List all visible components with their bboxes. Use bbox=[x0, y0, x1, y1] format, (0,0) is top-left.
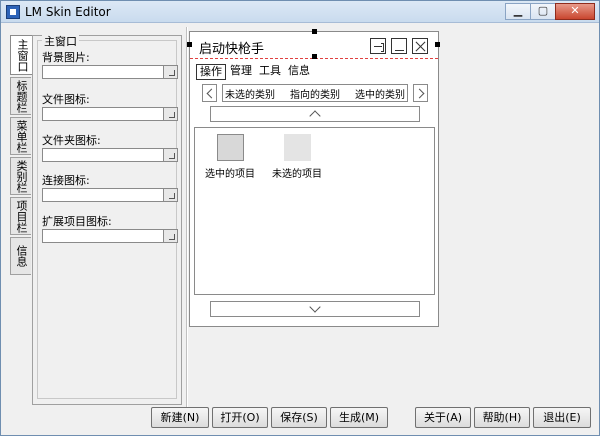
panel-divider[interactable] bbox=[186, 27, 188, 407]
extended-item-icon-field[interactable] bbox=[42, 229, 178, 243]
new-button[interactable]: 新建(N) bbox=[151, 407, 209, 428]
category-bar: 未选的类别 指向的类别 选中的类别 bbox=[202, 84, 428, 102]
vertical-tab-strip: 主窗口 标题栏 菜单栏 类别栏 项目栏 信息 bbox=[10, 35, 33, 277]
extended-item-icon-label: 扩展项目图标: bbox=[42, 215, 112, 228]
category-selected[interactable]: 选中的类别 bbox=[355, 86, 405, 101]
app-logo-icon bbox=[6, 5, 20, 19]
menu-item-info[interactable]: 信息 bbox=[285, 64, 313, 80]
close-icon[interactable] bbox=[412, 38, 428, 54]
save-button[interactable]: 保存(S) bbox=[271, 407, 327, 428]
tab-title-bar[interactable]: 标题栏 bbox=[10, 77, 31, 115]
menu-item-operate[interactable]: 操作 bbox=[196, 64, 226, 80]
close-button[interactable]: ✕ bbox=[555, 3, 595, 20]
browse-button[interactable] bbox=[163, 149, 177, 161]
item-label: 未选的项目 bbox=[272, 169, 322, 180]
browse-button[interactable] bbox=[163, 189, 177, 201]
tab-label: 信息 bbox=[15, 245, 28, 267]
resize-handle[interactable] bbox=[187, 42, 192, 47]
category-next-arrow[interactable] bbox=[413, 84, 428, 102]
folder-icon-field[interactable] bbox=[42, 148, 178, 162]
minimize-button[interactable]: ▁ bbox=[505, 3, 531, 20]
tab-label: 主窗口 bbox=[16, 38, 29, 72]
app-window: LM Skin Editor ▁ ▢ ✕ 主窗口 标题栏 菜单栏 类别栏 项目栏… bbox=[0, 0, 600, 436]
link-icon-field[interactable] bbox=[42, 188, 178, 202]
menu-item-manage[interactable]: 管理 bbox=[227, 64, 255, 80]
tab-label: 菜单栏 bbox=[15, 119, 28, 153]
resize-handle[interactable] bbox=[435, 42, 440, 47]
category-list: 未选的类别 指向的类别 选中的类别 bbox=[222, 84, 408, 102]
tab-label: 项目栏 bbox=[15, 199, 28, 233]
window-controls: ▁ ▢ ✕ bbox=[505, 3, 595, 21]
properties-panel: 主窗口 背景图片: 文件图标: 文件夹图标: 连接图标: 扩展项目图标: bbox=[32, 33, 182, 405]
menu-item-tools[interactable]: 工具 bbox=[256, 64, 284, 80]
browse-button[interactable] bbox=[163, 108, 177, 120]
preview-menu-bar: 操作 管理 工具 信息 bbox=[196, 64, 314, 80]
item-unselected[interactable]: 未选的项目 bbox=[267, 134, 327, 180]
tab-label: 类别栏 bbox=[15, 159, 28, 193]
item-label: 选中的项目 bbox=[205, 169, 255, 180]
tab-category-bar[interactable]: 类别栏 bbox=[10, 157, 31, 195]
tab-item-bar[interactable]: 项目栏 bbox=[10, 197, 31, 235]
about-button[interactable]: 关于(A) bbox=[415, 407, 471, 428]
background-image-field[interactable] bbox=[42, 65, 178, 79]
scroll-up-button[interactable] bbox=[210, 106, 420, 122]
category-unselected[interactable]: 未选的类别 bbox=[225, 86, 275, 101]
pin-icon[interactable] bbox=[370, 38, 386, 54]
tab-menu-bar[interactable]: 菜单栏 bbox=[10, 117, 31, 155]
main-window-group: 主窗口 背景图片: 文件图标: 文件夹图标: 连接图标: 扩展项目图标: bbox=[37, 33, 178, 399]
exit-button[interactable]: 退出(E) bbox=[533, 407, 591, 428]
resize-handle[interactable] bbox=[312, 29, 317, 34]
file-icon-label: 文件图标: bbox=[42, 93, 90, 106]
tab-info[interactable]: 信息 bbox=[10, 237, 31, 275]
category-hover[interactable]: 指向的类别 bbox=[290, 86, 340, 101]
group-title: 主窗口 bbox=[42, 33, 79, 49]
minimize-icon[interactable] bbox=[391, 38, 407, 54]
item-icon bbox=[283, 134, 311, 161]
title-bar: LM Skin Editor ▁ ▢ ✕ bbox=[1, 1, 599, 23]
background-image-label: 背景图片: bbox=[42, 51, 90, 64]
category-prev-arrow[interactable] bbox=[202, 84, 217, 102]
tab-main-window[interactable]: 主窗口 bbox=[10, 35, 33, 75]
link-icon-label: 连接图标: bbox=[42, 174, 90, 187]
maximize-button[interactable]: ▢ bbox=[530, 3, 556, 20]
preview-title: 启动快枪手 bbox=[199, 42, 265, 57]
items-area: 选中的项目 未选的项目 bbox=[194, 127, 435, 295]
help-button[interactable]: 帮助(H) bbox=[474, 407, 530, 428]
browse-button[interactable] bbox=[163, 230, 177, 242]
item-icon bbox=[216, 134, 244, 161]
resize-handle[interactable] bbox=[312, 54, 317, 59]
file-icon-field[interactable] bbox=[42, 107, 178, 121]
tab-label: 标题栏 bbox=[15, 79, 28, 113]
scroll-down-button[interactable] bbox=[210, 301, 420, 317]
folder-icon-label: 文件夹图标: bbox=[42, 134, 101, 147]
skin-preview[interactable]: 启动快枪手 操作 管理 工具 信息 未选的类别 指向的类别 选中的类别 选中的项… bbox=[187, 29, 440, 327]
generate-button[interactable]: 生成(M) bbox=[330, 407, 388, 428]
browse-button[interactable] bbox=[163, 66, 177, 78]
open-button[interactable]: 打开(O) bbox=[212, 407, 268, 428]
window-title: LM Skin Editor bbox=[25, 5, 111, 19]
item-selected[interactable]: 选中的项目 bbox=[200, 134, 260, 180]
